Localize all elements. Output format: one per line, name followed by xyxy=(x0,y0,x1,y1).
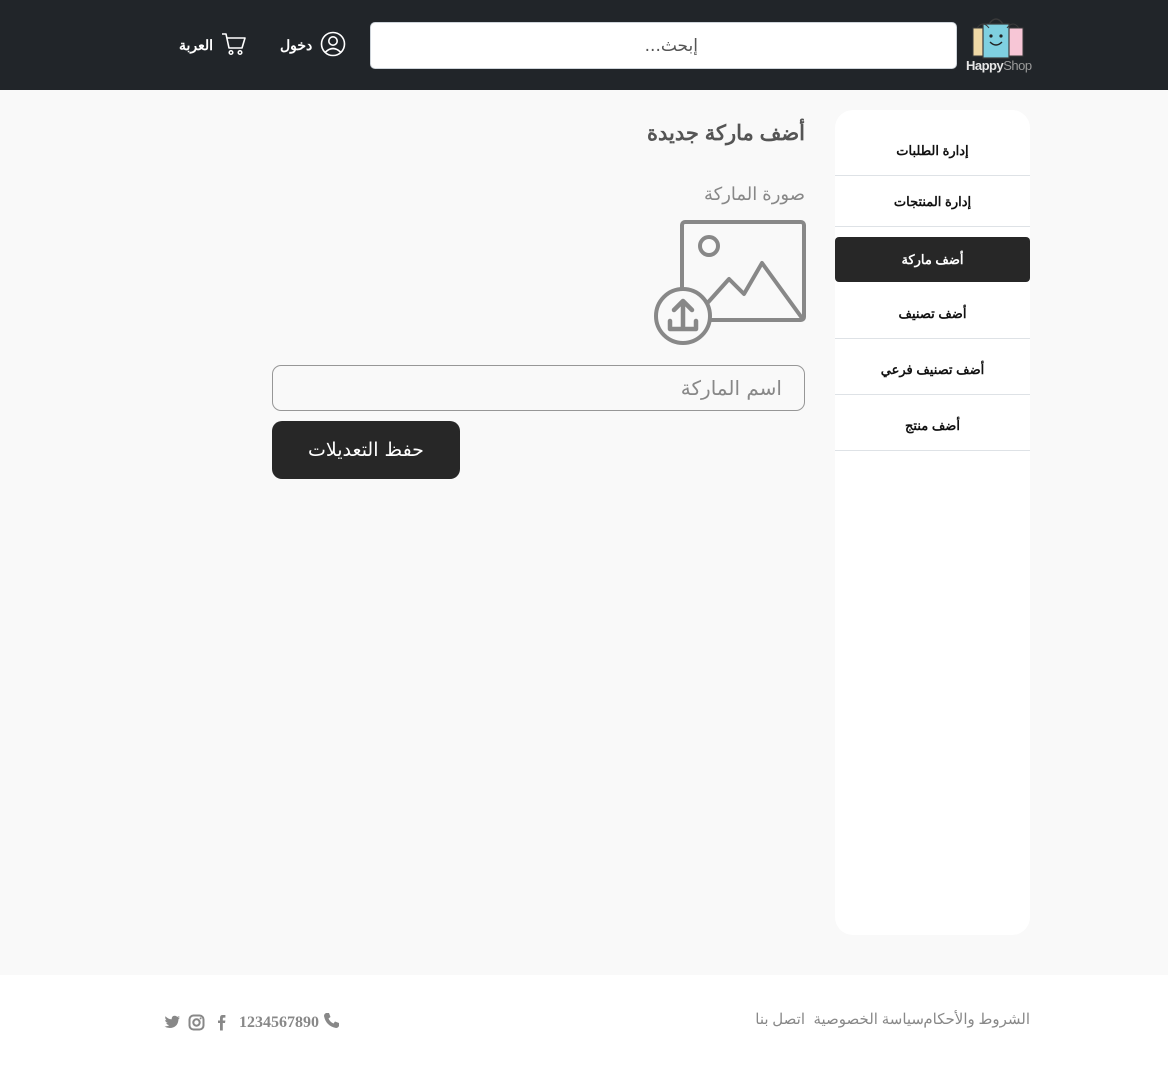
sidebar-item-add-product[interactable]: أضف منتج xyxy=(835,405,1030,451)
save-changes-button[interactable]: حفظ التعديلات xyxy=(272,421,460,479)
sidebar-item-add-subcategory[interactable]: أضف تصنيف فرعي xyxy=(835,349,1030,395)
sidebar-item-manage-orders[interactable]: إدارة الطلبات xyxy=(835,131,1030,176)
cart-label: العربة xyxy=(179,37,214,53)
cart-icon xyxy=(221,32,247,59)
sidebar-item-manage-products[interactable]: إدارة المنتجات xyxy=(835,182,1030,227)
image-upload-icon[interactable] xyxy=(654,219,807,346)
brand-image-label: صورة الماركة xyxy=(704,184,805,204)
instagram-icon[interactable] xyxy=(188,1014,205,1031)
search-input[interactable] xyxy=(370,22,957,69)
footer-phone: 1234567890 xyxy=(239,1012,340,1034)
page-title: أضف ماركة جديدة xyxy=(647,122,805,145)
footer-link-privacy[interactable]: سياسة الخصوصية xyxy=(813,1010,924,1029)
twitter-icon[interactable] xyxy=(164,1014,181,1031)
phone-icon xyxy=(323,1012,340,1034)
sidebar-item-add-category[interactable]: أضف تصنيف xyxy=(835,293,1030,339)
brand-name-input[interactable] xyxy=(272,365,805,411)
cart-link[interactable]: العربة xyxy=(179,32,247,59)
logo-text: HappyShop xyxy=(966,58,1032,73)
admin-sidebar: إدارة الطلبات إدارة المنتجات أضف ماركة أ… xyxy=(835,110,1030,935)
login-link[interactable]: دخول xyxy=(280,31,346,60)
phone-number: 1234567890 xyxy=(239,1014,319,1031)
login-label: دخول xyxy=(280,37,313,53)
sidebar-item-add-brand[interactable]: أضف ماركة xyxy=(835,237,1030,282)
user-circle-icon xyxy=(320,31,346,60)
footer-link-terms[interactable]: الشروط والأحكام xyxy=(923,1010,1030,1029)
facebook-icon[interactable] xyxy=(214,1014,231,1031)
footer-link-contact[interactable]: اتصل بنا xyxy=(755,1010,805,1029)
